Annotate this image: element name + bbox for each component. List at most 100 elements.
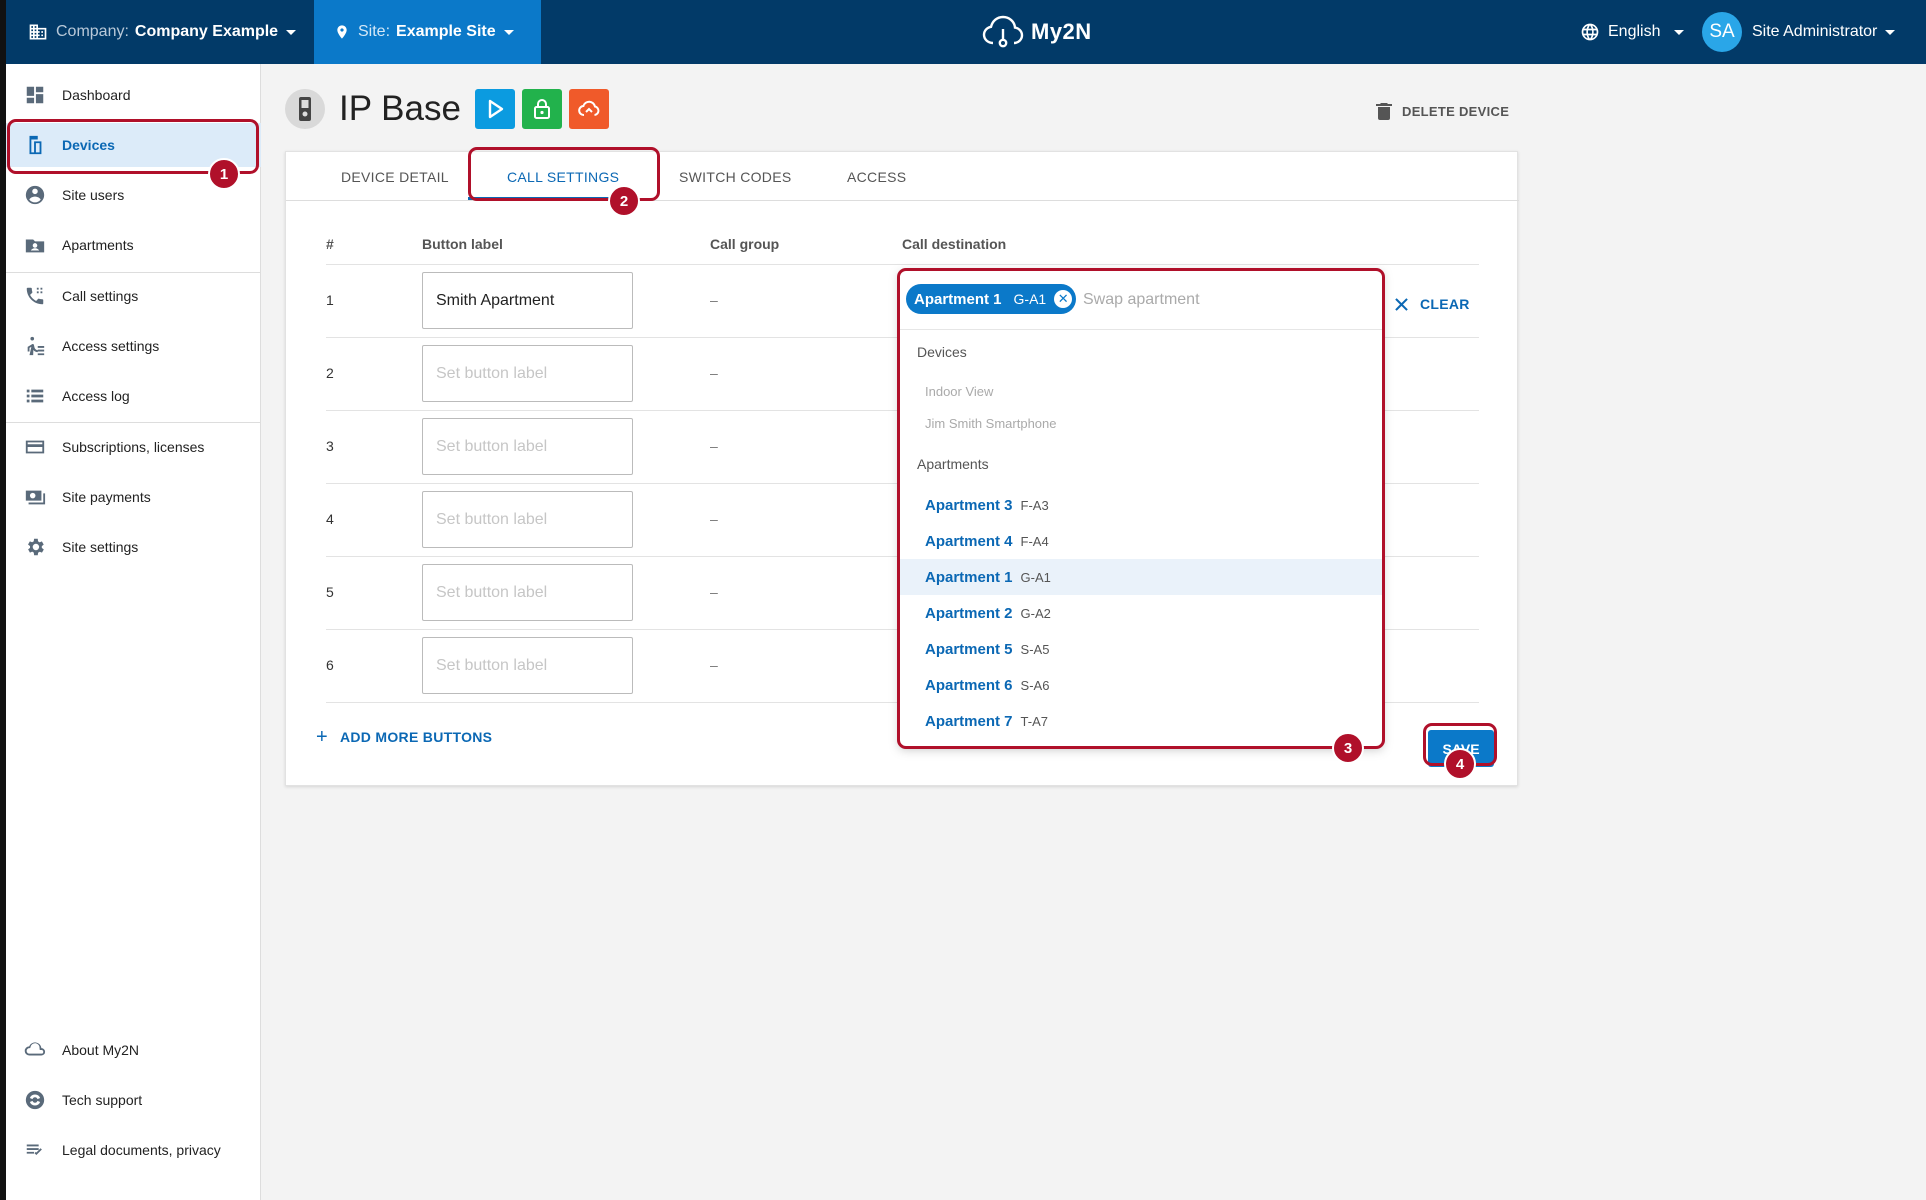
delete-device-button[interactable]: DELETE DEVICE	[1376, 100, 1509, 122]
lock-feature-button[interactable]	[521, 89, 562, 129]
call-destination-select[interactable]: Apartment 1 G-A1 ✕	[900, 270, 1382, 330]
sidebar-item-call-settings[interactable]: Call settings	[6, 274, 261, 318]
apartment-option[interactable]: Apartment 2 G-A2	[900, 595, 1382, 631]
row-number: 2	[326, 365, 334, 381]
sidebar-item-dashboard[interactable]: Dashboard	[6, 73, 261, 117]
sidebar-item-tech-support[interactable]: Tech support	[6, 1078, 261, 1122]
apartment-option[interactable]: Apartment 7 T-A7	[900, 703, 1382, 739]
apartment-option[interactable]: Apartment 3 F-A3	[900, 487, 1382, 523]
apartment-code: F-A3	[1020, 497, 1049, 513]
button-label-input[interactable]	[422, 272, 633, 329]
user-menu[interactable]: SA Site Administrator	[1702, 0, 1896, 64]
sidebar-item-apartments[interactable]: Apartments	[6, 223, 261, 267]
apartment-option[interactable]: Apartment 4 F-A4	[900, 523, 1382, 559]
company-label: Company:	[56, 23, 129, 40]
apartment-option-highlighted[interactable]: Apartment 1 G-A1	[900, 559, 1382, 595]
apartment-code: G-A2	[1020, 605, 1051, 621]
button-label-input[interactable]	[422, 345, 633, 402]
row-number: 6	[326, 657, 334, 673]
apartment-code: G-A1	[1020, 569, 1051, 585]
lock-icon	[533, 99, 550, 119]
language-selector[interactable]: English	[1580, 0, 1685, 64]
apartment-option[interactable]: Apartment 6 S-A6	[900, 667, 1382, 703]
sidebar-item-subscriptions[interactable]: Subscriptions, licenses	[6, 425, 261, 469]
chevron-down-icon	[286, 29, 297, 35]
location-pin-icon	[337, 25, 347, 39]
active-tab-indicator	[468, 197, 622, 200]
remove-chip-icon[interactable]: ✕	[1054, 290, 1073, 308]
cloud-feature-button[interactable]	[568, 89, 609, 129]
brand-logo[interactable]: My2N	[981, 0, 1092, 64]
sidebar-item-site-settings[interactable]: Site settings	[6, 525, 261, 569]
add-more-label: ADD MORE BUTTONS	[339, 729, 493, 745]
sidebar-item-label: Subscriptions, licenses	[62, 439, 205, 455]
device-option: Jim Smith Smartphone	[925, 416, 1057, 431]
apartments-group-heading: Apartments	[917, 456, 989, 472]
sidebar-item-access-settings[interactable]: Access settings	[6, 324, 261, 368]
tab-call-settings[interactable]: CALL SETTINGS	[507, 152, 619, 201]
apartment-code: S-A6	[1020, 677, 1050, 693]
dashboard-icon	[26, 86, 44, 104]
top-bar: Company: Company Example Site: Example S…	[6, 0, 1926, 64]
call-group-value: –	[710, 511, 718, 527]
call-settings-icon	[26, 287, 44, 305]
apartment-name: Apartment 3	[925, 496, 1013, 514]
company-selector[interactable]: Company: Company Example	[28, 0, 297, 64]
cloud-icon	[24, 1042, 46, 1056]
selected-apartment-chip: Apartment 1 G-A1 ✕	[906, 284, 1077, 314]
button-label-input[interactable]	[422, 418, 633, 475]
apartment-code: F-A4	[1020, 533, 1049, 549]
sidebar-item-label: Legal documents, privacy	[62, 1142, 221, 1158]
site-selector[interactable]: Site: Example Site	[314, 0, 541, 64]
company-name: Company Example	[134, 23, 279, 40]
sidebar-item-access-log[interactable]: Access log	[6, 374, 261, 418]
apartment-name: Apartment 1	[925, 568, 1013, 586]
tab-switch-codes[interactable]: SWITCH CODES	[679, 152, 792, 201]
cloud-logo-icon	[982, 15, 1024, 48]
add-more-buttons-button[interactable]: + ADD MORE BUTTONS	[316, 726, 492, 748]
gear-icon	[28, 538, 44, 556]
clear-button[interactable]: CLEAR	[1395, 293, 1470, 315]
tab-access[interactable]: ACCESS	[847, 152, 906, 201]
site-name: Example Site	[396, 23, 496, 40]
call-destination-dropdown: Apartment 1 G-A1 ✕ Devices Indoor View J…	[900, 270, 1382, 746]
sidebar-item-label: Access log	[62, 388, 130, 404]
row-number: 5	[326, 584, 334, 600]
card-icon	[25, 440, 45, 454]
sidebar-item-about[interactable]: About My2N	[6, 1028, 261, 1072]
devices-group-heading: Devices	[917, 344, 967, 360]
play-feature-button[interactable]	[474, 89, 515, 129]
button-label-input[interactable]	[422, 637, 633, 694]
sidebar: Dashboard Devices Site users Apartments …	[6, 64, 261, 1200]
apartment-name: Apartment 2	[925, 604, 1013, 622]
button-label-input[interactable]	[422, 564, 633, 621]
step-badge-1: 1	[208, 158, 240, 190]
swap-apartment-input[interactable]	[1083, 287, 1363, 313]
apartment-code: S-A5	[1020, 641, 1050, 657]
button-label-input[interactable]	[422, 491, 633, 548]
trash-icon	[1376, 103, 1392, 120]
sidebar-item-label: Call settings	[62, 288, 139, 304]
support-icon	[25, 1090, 45, 1110]
tab-device-detail[interactable]: DEVICE DETAIL	[341, 152, 449, 201]
sidebar-item-label: Site payments	[62, 489, 151, 505]
row-number: 1	[326, 292, 334, 308]
chevron-down-icon	[1674, 29, 1685, 35]
access-icon	[27, 336, 45, 356]
sidebar-item-label: Apartments	[62, 237, 134, 253]
apartment-name: Apartment 6	[925, 676, 1013, 694]
play-icon	[488, 99, 504, 119]
call-group-value: –	[710, 657, 718, 673]
sidebar-item-site-payments[interactable]: Site payments	[6, 475, 261, 519]
clear-label: CLEAR	[1420, 296, 1470, 312]
globe-icon	[1581, 23, 1599, 41]
user-name: Site Administrator	[1752, 23, 1878, 40]
chevron-down-icon	[503, 29, 514, 35]
cloud-sync-icon	[578, 100, 600, 116]
apartment-option[interactable]: Apartment 5 S-A5	[900, 631, 1382, 667]
column-header-call-destination: Call destination	[902, 236, 1007, 252]
column-header-button-label: Button label	[422, 236, 503, 252]
column-header-number: #	[326, 236, 334, 252]
site-label: Site:	[358, 23, 391, 40]
sidebar-item-legal[interactable]: Legal documents, privacy	[6, 1128, 261, 1172]
